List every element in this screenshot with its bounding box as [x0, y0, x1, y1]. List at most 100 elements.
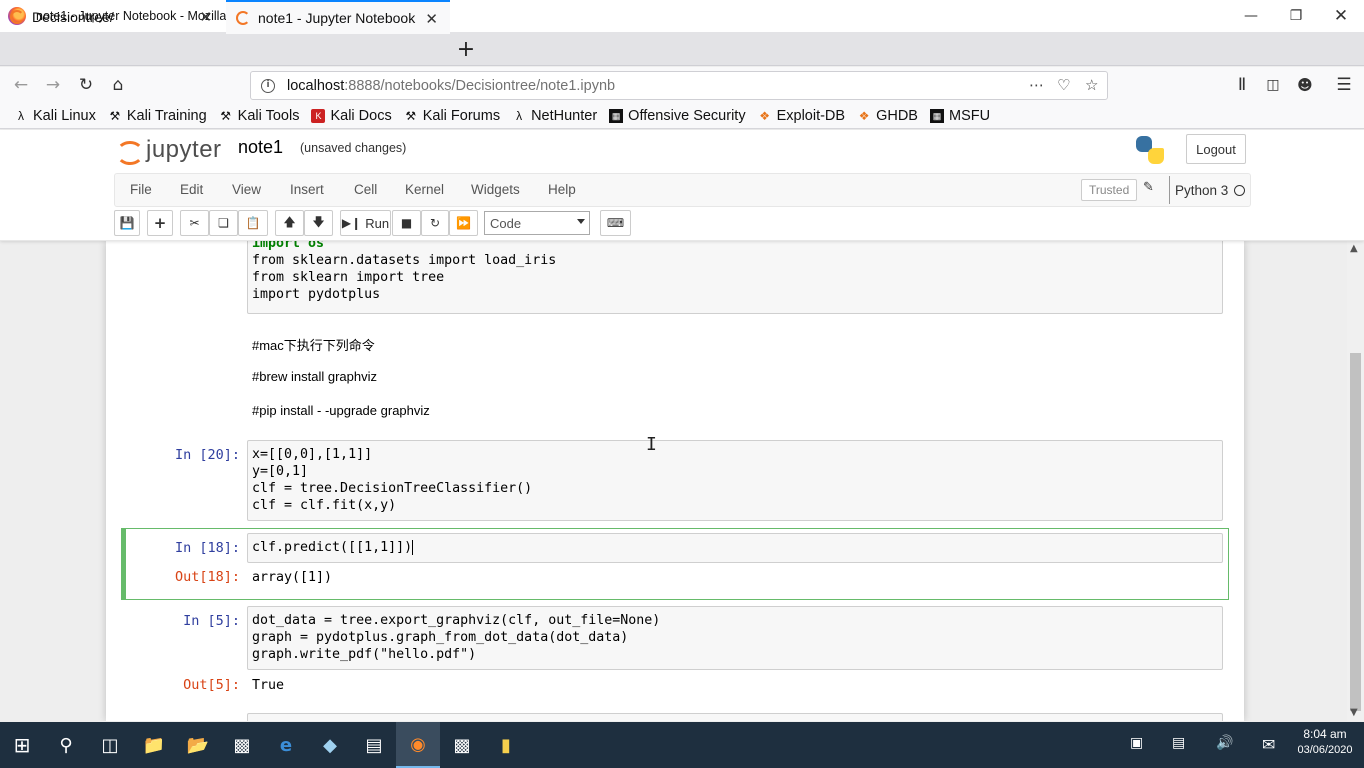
file-explorer-icon[interactable]: 📁: [132, 722, 176, 768]
app-icon[interactable]: ◆: [308, 722, 352, 768]
sidebar-icon[interactable]: ◫: [1261, 73, 1285, 97]
firefox-taskbar-icon[interactable]: ◉: [396, 722, 440, 768]
interrupt-button[interactable]: ■: [392, 210, 421, 236]
new-tab-button[interactable]: +: [452, 32, 480, 66]
bookmark-offensive-security[interactable]: ▦ Offensive Security: [609, 108, 746, 124]
bookmark-ghdb[interactable]: ❖ GHDB: [857, 108, 918, 124]
code-editor[interactable]: clf.predict([[1,1]]): [248, 534, 1222, 561]
menu-file[interactable]: File: [130, 182, 152, 197]
search-icon[interactable]: ⚲: [44, 722, 88, 768]
kali-tools-icon: ⚒: [220, 108, 232, 123]
menu-view[interactable]: View: [232, 182, 261, 197]
page-actions-icon[interactable]: ⋯: [1029, 76, 1044, 94]
minimize-button[interactable]: —: [1228, 0, 1274, 32]
restart-icon: ↻: [429, 216, 441, 230]
menu-insert[interactable]: Insert: [290, 182, 324, 197]
markdown-line: #pip install - -upgrade graphviz: [252, 403, 430, 418]
menu-help[interactable]: Help: [548, 182, 576, 197]
notifications-icon[interactable]: ✉: [1262, 735, 1275, 754]
kernel-name[interactable]: Python 3: [1169, 176, 1228, 204]
input-prompt: In [18]:: [174, 540, 240, 556]
menu-widgets[interactable]: Widgets: [471, 182, 520, 197]
markdown-line: #brew install graphviz: [252, 369, 378, 384]
scroll-up-icon[interactable]: ▲: [1350, 243, 1358, 254]
reload-icon[interactable]: ↻: [74, 73, 98, 97]
home-icon[interactable]: ⌂: [106, 73, 130, 97]
bookmark-exploit-db[interactable]: ❖ Exploit-DB: [758, 108, 845, 124]
code-editor[interactable]: dot_data = tree.export_graphviz(clf, out…: [248, 607, 1222, 668]
tab-note1[interactable]: note1 - Jupyter Notebook ✕: [226, 0, 450, 34]
taskbar-clock[interactable]: 8:04 am 03/06/2020: [1295, 727, 1355, 756]
chevron-down-icon: [577, 219, 585, 224]
trusted-indicator[interactable]: Trusted: [1081, 179, 1138, 201]
pocket-icon[interactable]: ♡: [1057, 76, 1070, 94]
menu-edit[interactable]: Edit: [180, 182, 203, 197]
battery-icon[interactable]: ▣: [1130, 735, 1143, 751]
insert-cell-button[interactable]: +: [147, 210, 173, 236]
run-button[interactable]: ▶❙ Run: [340, 210, 391, 236]
notebook-scrollbar[interactable]: ▲ ▼: [1347, 241, 1364, 721]
tab-decisiontree[interactable]: Decisiontree/ ✕: [0, 0, 224, 34]
account-icon[interactable]: ☻: [1293, 73, 1317, 97]
logout-button[interactable]: Logout: [1186, 134, 1246, 164]
bookmark-kali-forums[interactable]: ⚒ Kali Forums: [404, 108, 500, 124]
terminal-icon[interactable]: ▩: [440, 722, 484, 768]
notepad-icon[interactable]: ▤: [352, 722, 396, 768]
code-editor[interactable]: import os from sklearn.datasets import l…: [248, 241, 1222, 308]
task-view-icon[interactable]: ◫: [88, 722, 132, 768]
copy-button[interactable]: ❏: [209, 210, 238, 236]
paste-button[interactable]: 📋: [238, 210, 268, 236]
bookmark-kali-docs[interactable]: K Kali Docs: [311, 108, 392, 124]
forward-icon[interactable]: →: [41, 73, 65, 97]
menu-cell[interactable]: Cell: [354, 182, 377, 197]
jupyter-logo[interactable]: jupyter: [116, 136, 222, 165]
close-tab-icon[interactable]: ✕: [199, 8, 212, 26]
library-icon[interactable]: Ⅱ: [1230, 73, 1254, 97]
code-editor[interactable]: x=[[0,0],[1,1]] y=[0,1] clf = tree.Decis…: [248, 441, 1222, 519]
network-icon[interactable]: ▤: [1172, 735, 1185, 751]
command-palette-button[interactable]: ⌨: [600, 210, 631, 236]
close-tab-icon[interactable]: ✕: [425, 10, 438, 28]
menu-kernel[interactable]: Kernel: [405, 182, 444, 197]
code-cell-input[interactable]: clf.predict([[1,1]]): [247, 533, 1223, 563]
folder-icon[interactable]: 📂: [176, 722, 220, 768]
volume-icon[interactable]: 🔊: [1216, 735, 1233, 751]
back-icon[interactable]: ←: [9, 73, 33, 97]
url-bar[interactable]: i localhost:8888/notebooks/Decisiontree/…: [250, 71, 1108, 100]
cut-button[interactable]: ✂: [180, 210, 209, 236]
restart-kernel-button[interactable]: ↻: [421, 210, 449, 236]
bookmark-kali-linux[interactable]: λ Kali Linux: [14, 108, 96, 124]
bookmark-nethunter[interactable]: λ NetHunter: [512, 108, 597, 124]
notebook-menubar: File Edit View Insert Cell Kernel Widget…: [114, 173, 1251, 207]
save-button[interactable]: 💾: [114, 210, 140, 236]
edge-icon[interactable]: e: [264, 722, 308, 768]
restart-run-all-button[interactable]: ⏩: [449, 210, 478, 236]
cell-output: array([1]): [252, 570, 333, 585]
bookmark-kali-training[interactable]: ⚒ Kali Training: [108, 108, 206, 124]
move-down-button[interactable]: 🡇: [304, 210, 333, 236]
bookmark-kali-tools[interactable]: ⚒ Kali Tools: [219, 108, 299, 124]
python-logo-icon: [1136, 136, 1164, 164]
code-cell-input[interactable]: [247, 713, 1223, 721]
notes-icon[interactable]: ▮: [484, 722, 528, 768]
notebook-container: import os from sklearn.datasets import l…: [106, 241, 1244, 721]
stop-icon: ■: [400, 216, 413, 230]
restore-button[interactable]: ❐: [1273, 0, 1319, 32]
hamburger-menu-icon[interactable]: ☰: [1332, 73, 1356, 97]
bookmark-msfu[interactable]: ▦ MSFU: [929, 108, 990, 124]
cell-type-select[interactable]: Code: [484, 211, 590, 235]
bookmark-star-icon[interactable]: ☆: [1085, 76, 1098, 94]
code-cell-input[interactable]: import os from sklearn.datasets import l…: [247, 241, 1223, 314]
scrollbar-thumb[interactable]: [1350, 353, 1361, 711]
site-info-icon[interactable]: i: [261, 78, 275, 93]
close-window-button[interactable]: ✕: [1318, 0, 1364, 32]
start-windows-icon[interactable]: ⊞: [0, 722, 44, 768]
code-cell-input[interactable]: x=[[0,0],[1,1]] y=[0,1] clf = tree.Decis…: [247, 440, 1223, 521]
kali-docs-icon: K: [311, 108, 326, 123]
command-prompt-icon[interactable]: ▩: [220, 722, 264, 768]
notebook-name[interactable]: note1: [238, 137, 283, 158]
kali-tools-icon: ⚒: [405, 108, 417, 123]
code-cell-input[interactable]: dot_data = tree.export_graphviz(clf, out…: [247, 606, 1223, 670]
move-up-button[interactable]: 🡅: [275, 210, 304, 236]
scroll-down-icon[interactable]: ▼: [1350, 707, 1358, 718]
